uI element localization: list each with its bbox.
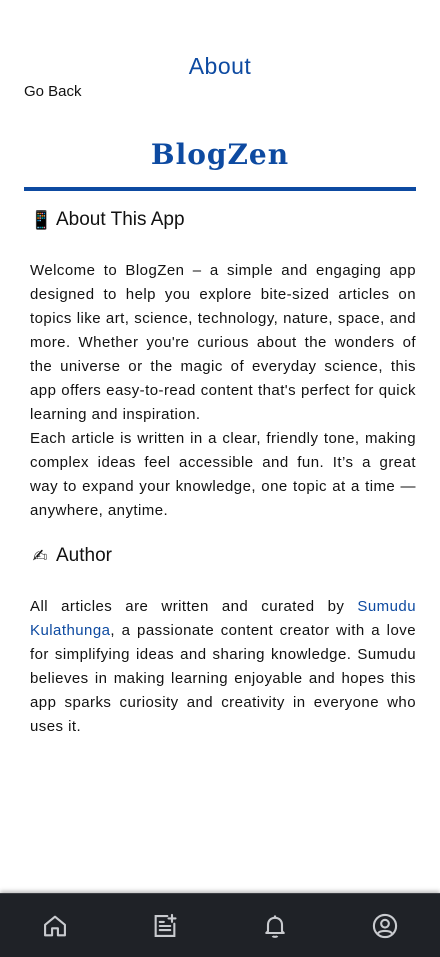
about-paragraph-1: Welcome to BlogZen – a simple and engagi… xyxy=(30,262,416,423)
about-paragraph-2: Each article is written in a clear, frie… xyxy=(30,430,416,519)
nav-notifications-button[interactable] xyxy=(245,901,305,951)
author-text-before: All articles are written and curated by xyxy=(30,598,358,615)
nav-profile-button[interactable] xyxy=(355,901,415,951)
profile-icon xyxy=(372,913,398,938)
author-heading: ✍ Author xyxy=(30,545,112,567)
home-icon xyxy=(44,915,66,936)
about-heading-label: About This App xyxy=(56,209,185,230)
about-heading: 📱 About This App xyxy=(30,209,185,231)
brand-logo: BlogZen xyxy=(150,138,290,171)
bottom-navigation xyxy=(0,893,440,957)
brand-divider xyxy=(24,187,416,191)
author-paragraph: All articles are written and curated by … xyxy=(30,595,416,739)
writing-hand-icon: ✍ xyxy=(32,545,48,566)
go-back-button[interactable]: Go Back xyxy=(24,83,82,100)
mobile-phone-icon: 📱 xyxy=(30,209,53,230)
nav-new-post-button[interactable] xyxy=(135,901,195,951)
new-post-icon xyxy=(154,913,177,937)
nav-home-button[interactable] xyxy=(25,901,85,951)
author-heading-label: Author xyxy=(56,545,112,566)
page-title: About xyxy=(188,53,252,79)
notifications-icon xyxy=(265,915,285,938)
